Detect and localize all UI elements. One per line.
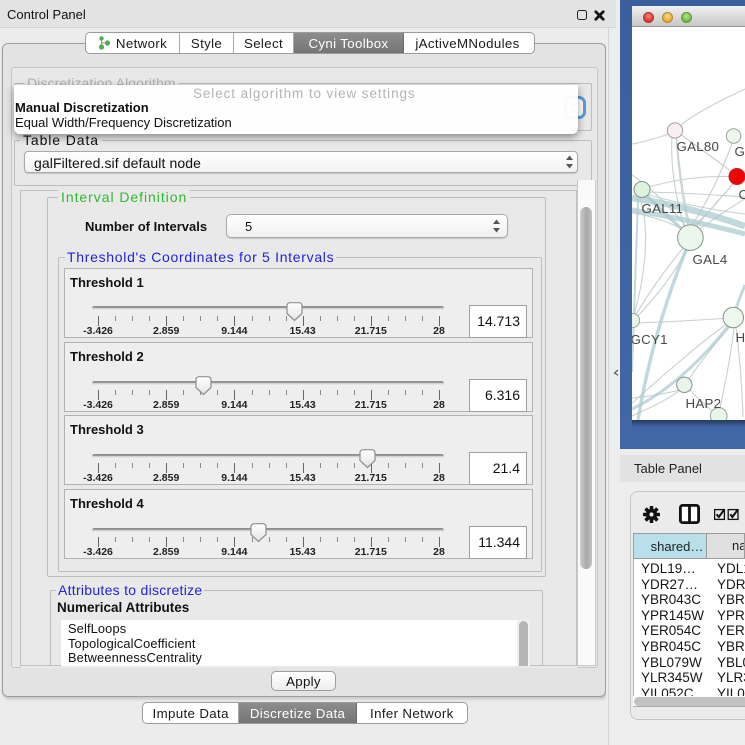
svg-text:HAP2: HAP2 [686,396,722,411]
svg-text:CD: CD [739,187,745,202]
svg-text:GAL80: GAL80 [677,139,720,154]
svg-text:GCY1: GCY1 [632,332,668,347]
svg-text:GAL11: GAL11 [642,201,684,216]
svg-text:GAL4: GAL4 [693,252,728,267]
svg-text:HI: HI [736,330,745,345]
svg-text:GAL3: GAL3 [735,144,745,159]
